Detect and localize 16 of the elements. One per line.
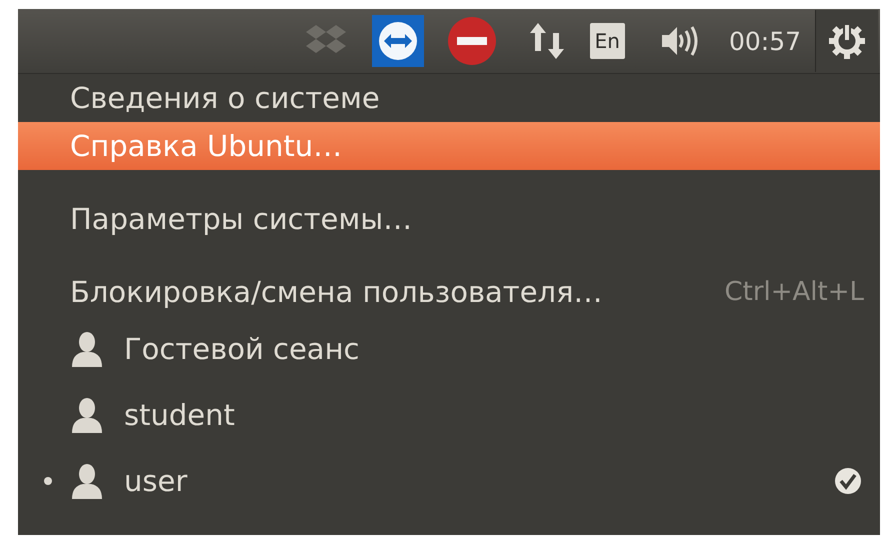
person-icon [70,397,104,433]
clock[interactable]: 00:57 [728,26,801,56]
up-down-arrows-icon[interactable] [528,21,566,61]
power-gear-icon [827,21,867,61]
session-menu-button[interactable] [815,10,878,72]
user-menu-item[interactable]: student [18,382,880,448]
menu-item[interactable]: Сведения о системе [18,74,880,122]
shortcut-label: Ctrl+Alt+L [724,277,864,307]
user-menu-item[interactable]: user [18,448,880,514]
user-menu-item[interactable]: Гостевой сеанс [18,316,880,382]
person-icon [70,463,104,499]
menu-item[interactable]: Параметры системы… [18,195,880,243]
person-icon [70,331,104,367]
keyboard-layout-indicator[interactable]: En [590,23,625,59]
menu-item[interactable]: Блокировка/смена пользователя… Ctrl+Alt+L [18,268,880,316]
no-entry-icon[interactable] [446,15,498,67]
